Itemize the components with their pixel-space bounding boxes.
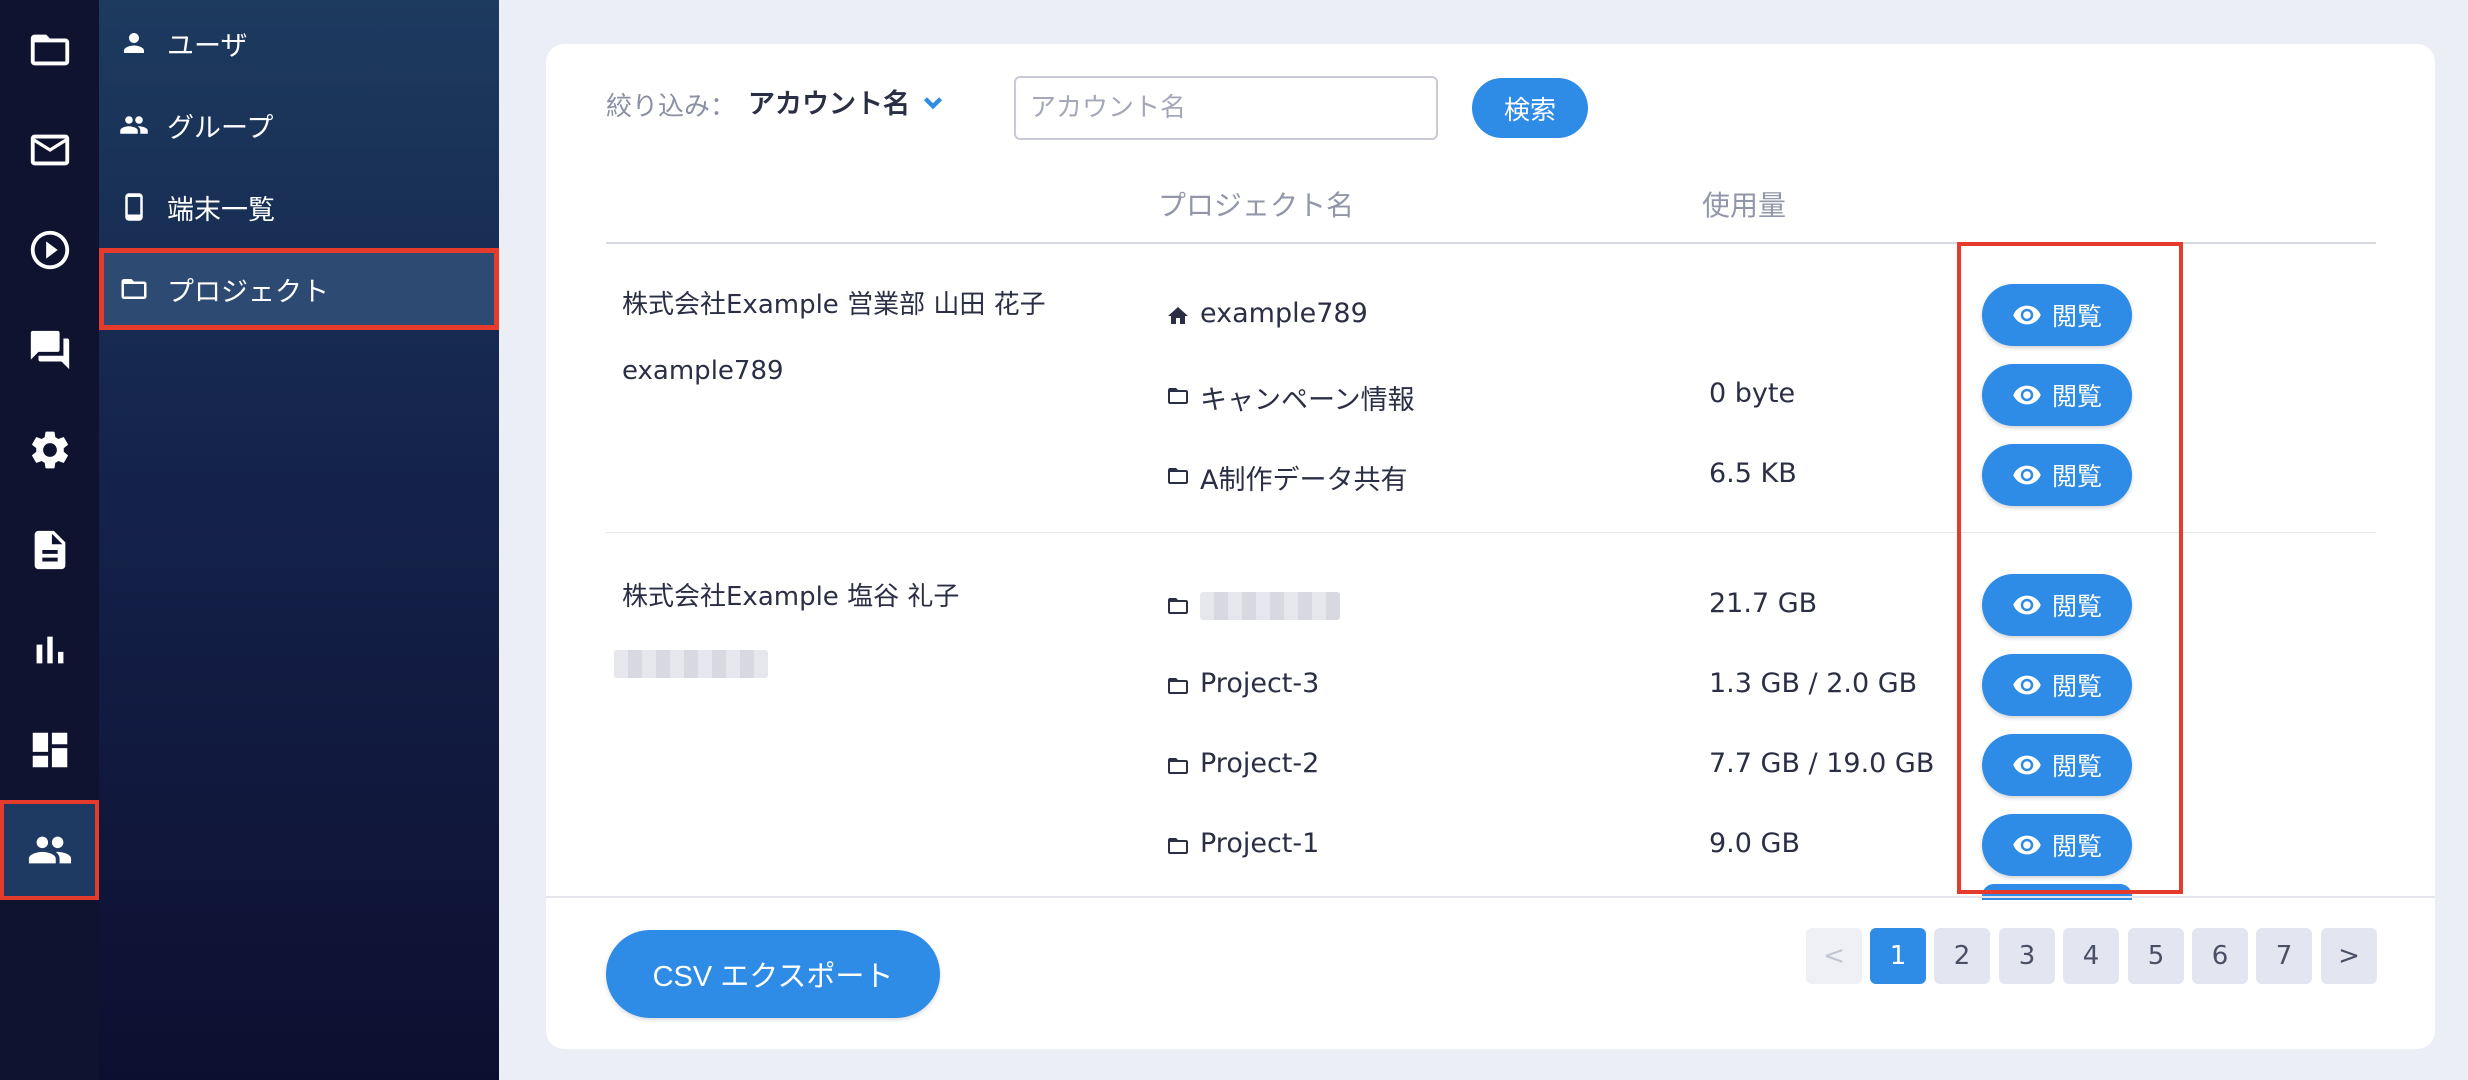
project-name: Project-2 xyxy=(1200,748,1320,779)
search-input[interactable] xyxy=(1014,76,1438,140)
sidebar-item-users[interactable]: ユーザ xyxy=(99,2,499,84)
document-icon xyxy=(34,530,65,570)
redacted-project-name xyxy=(1200,592,1340,620)
folder-icon xyxy=(1166,834,1192,860)
folder-icon xyxy=(117,272,151,306)
pagination-page[interactable]: 7 xyxy=(2256,928,2312,984)
pagination-page[interactable]: 1 xyxy=(1870,928,1926,984)
project-list-card: 絞り込み： アカウント名 検索 プロジェクト名 使用量 株式会社Example … xyxy=(546,44,2435,1049)
project-usage: 21.7 GB xyxy=(1709,588,1818,619)
column-header-project: プロジェクト名 xyxy=(1158,189,1355,222)
project-name: キャンペーン情報 xyxy=(1200,385,1415,416)
pagination-page[interactable]: 6 xyxy=(2192,928,2248,984)
sidebar-item-label: 端末一覧 xyxy=(167,194,275,226)
pagination-next[interactable]: > xyxy=(2321,928,2377,984)
phone-icon xyxy=(117,190,151,224)
folder-icon xyxy=(1166,594,1192,620)
folder-icon xyxy=(1166,674,1192,700)
rail-play-button[interactable] xyxy=(0,200,99,300)
folder-icon xyxy=(30,34,69,66)
mail-icon xyxy=(30,134,69,166)
folder-icon xyxy=(1166,384,1192,410)
project-usage: 1.3 GB / 2.0 GB xyxy=(1709,668,1918,699)
dashboard-icon xyxy=(32,732,67,768)
project-name: Project-3 xyxy=(1200,668,1320,699)
project-usage: 9.0 GB xyxy=(1709,828,1800,859)
sidebar-item-projects[interactable]: プロジェクト xyxy=(99,248,499,330)
pagination-page[interactable]: 5 xyxy=(2128,928,2184,984)
footer-divider xyxy=(546,896,2435,898)
people-icon xyxy=(28,836,71,864)
project-name: A制作データ共有 xyxy=(1200,465,1408,496)
sidebar-item-groups[interactable]: グループ xyxy=(99,84,499,166)
pagination-page[interactable]: 3 xyxy=(1999,928,2055,984)
sidebar-item-label: グループ xyxy=(167,112,274,144)
pagination-prev[interactable]: < xyxy=(1806,928,1862,984)
gear-icon xyxy=(31,431,68,469)
rail-settings-button[interactable] xyxy=(0,400,99,500)
pagination-page[interactable]: 4 xyxy=(2063,928,2119,984)
folder-icon xyxy=(1166,754,1192,780)
project-name: example789 xyxy=(1200,298,1368,329)
sub-sidebar: ユーザ グループ 端末一覧 プロジェクト xyxy=(99,0,499,1080)
rail-chat-button[interactable] xyxy=(0,300,99,400)
project-usage: 6.5 KB xyxy=(1709,458,1797,489)
csv-export-button[interactable]: CSV エクスポート xyxy=(606,930,940,1018)
search-button[interactable]: 検索 xyxy=(1472,78,1588,138)
bar-chart-icon xyxy=(36,636,63,664)
chevron-down-icon xyxy=(920,89,946,115)
view-column-highlight xyxy=(1957,242,2183,894)
project-usage: 0 byte xyxy=(1709,378,1796,409)
rail-dashboard-button[interactable] xyxy=(0,700,99,800)
sidebar-item-label: ユーザ xyxy=(167,30,248,62)
rail-people-button[interactable] xyxy=(0,800,99,900)
rail-mail-button[interactable] xyxy=(0,100,99,200)
rail-stats-button[interactable] xyxy=(0,600,99,700)
play-icon xyxy=(30,230,69,270)
group-icon xyxy=(117,108,151,142)
project-name: Project-1 xyxy=(1200,828,1320,859)
folder-icon xyxy=(1166,464,1192,490)
icon-rail xyxy=(0,0,99,1080)
pagination-page[interactable]: 2 xyxy=(1934,928,1990,984)
person-icon xyxy=(117,26,151,60)
sidebar-item-devices[interactable]: 端末一覧 xyxy=(99,166,499,248)
project-usage: 7.7 GB / 19.0 GB xyxy=(1709,748,1935,779)
column-header-usage: 使用量 xyxy=(1702,189,1787,222)
home-icon xyxy=(1166,304,1192,330)
rail-document-button[interactable] xyxy=(0,500,99,600)
chat-icon xyxy=(30,330,69,370)
filter-select[interactable]: アカウント名 xyxy=(748,82,946,121)
sidebar-item-label: プロジェクト xyxy=(167,276,329,308)
filter-label: 絞り込み： xyxy=(606,92,737,122)
rail-folder-button[interactable] xyxy=(0,0,99,100)
filter-selected-value: アカウント名 xyxy=(748,89,910,120)
